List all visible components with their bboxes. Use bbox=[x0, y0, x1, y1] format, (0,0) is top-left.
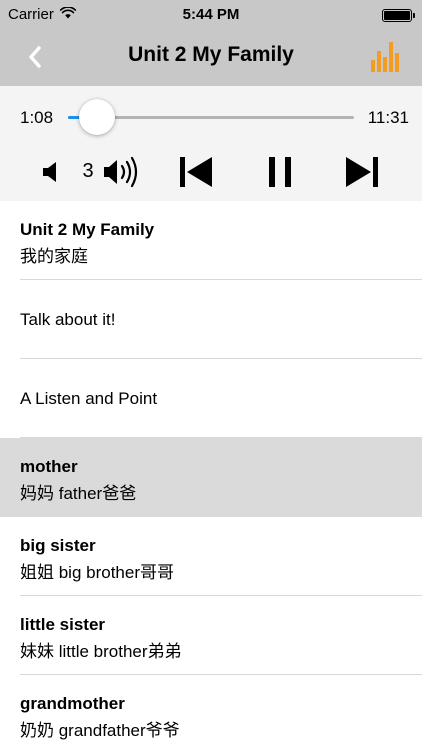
list-item-subtitle: 我的家庭 bbox=[20, 247, 88, 266]
pause-icon bbox=[269, 157, 291, 187]
volume-down-button[interactable] bbox=[40, 158, 64, 186]
status-bar: Carrier 5:44 PM bbox=[0, 0, 422, 28]
progress-knob[interactable] bbox=[78, 99, 115, 135]
current-time: 1:08 bbox=[20, 108, 54, 127]
list-item-title: Unit 2 My Family bbox=[20, 220, 155, 239]
next-button[interactable] bbox=[344, 154, 380, 190]
list-item-subtitle: 妈妈 father爸爸 bbox=[20, 484, 137, 503]
list-item-subtitle: 妹妹 little brother弟弟 bbox=[20, 642, 182, 661]
total-time: 11:31 bbox=[367, 108, 409, 127]
list-item-title: little sister bbox=[20, 615, 106, 634]
skip-forward-icon bbox=[346, 157, 378, 187]
chevron-left-icon bbox=[29, 46, 41, 68]
list-item-title: mother bbox=[20, 457, 78, 476]
battery-tip bbox=[413, 13, 415, 18]
player-controls: 3 bbox=[0, 150, 422, 194]
list-item[interactable]: big sister 姐姐 big brother哥哥 bbox=[0, 517, 422, 596]
list-item-label: A Listen and Point bbox=[20, 389, 158, 408]
battery-icon bbox=[382, 9, 412, 22]
list-item-title: grandmother bbox=[20, 694, 125, 713]
page-title: Unit 2 My Family bbox=[128, 43, 294, 66]
list-item-subtitle: 姐姐 big brother哥哥 bbox=[20, 563, 174, 582]
nav-bar: Unit 2 My Family bbox=[0, 28, 422, 86]
pause-button[interactable] bbox=[262, 154, 298, 190]
list-item[interactable]: grandmother 奶奶 grandfather爷爷 bbox=[0, 675, 422, 750]
equalizer-icon bbox=[371, 42, 399, 72]
volume-up-button[interactable] bbox=[102, 154, 144, 190]
previous-button[interactable] bbox=[178, 154, 214, 190]
lesson-list: Unit 2 My Family 我的家庭 Talk about it! A L… bbox=[0, 201, 422, 750]
back-button[interactable] bbox=[20, 42, 50, 72]
audio-player: 1:08 11:31 3 bbox=[0, 86, 422, 201]
speaker-high-icon bbox=[104, 156, 138, 188]
list-item[interactable]: A Listen and Point bbox=[0, 359, 422, 438]
speaker-low-icon bbox=[43, 162, 56, 182]
equalizer-button[interactable] bbox=[370, 41, 402, 73]
skip-back-icon bbox=[180, 157, 212, 187]
list-item[interactable]: Unit 2 My Family 我的家庭 bbox=[0, 201, 422, 280]
list-item-selected[interactable]: mother 妈妈 father爸爸 bbox=[0, 438, 422, 517]
list-item-subtitle: 奶奶 grandfather爷爷 bbox=[20, 721, 180, 740]
list-item-title: big sister bbox=[20, 536, 96, 555]
list-item[interactable]: Talk about it! bbox=[0, 280, 422, 359]
status-time: 5:44 PM bbox=[182, 6, 240, 23]
list-item[interactable]: little sister 妹妹 little brother弟弟 bbox=[0, 596, 422, 675]
battery-fill bbox=[384, 11, 410, 20]
list-item-label: Talk about it! bbox=[20, 310, 116, 329]
volume-level: 3 bbox=[82, 160, 94, 182]
